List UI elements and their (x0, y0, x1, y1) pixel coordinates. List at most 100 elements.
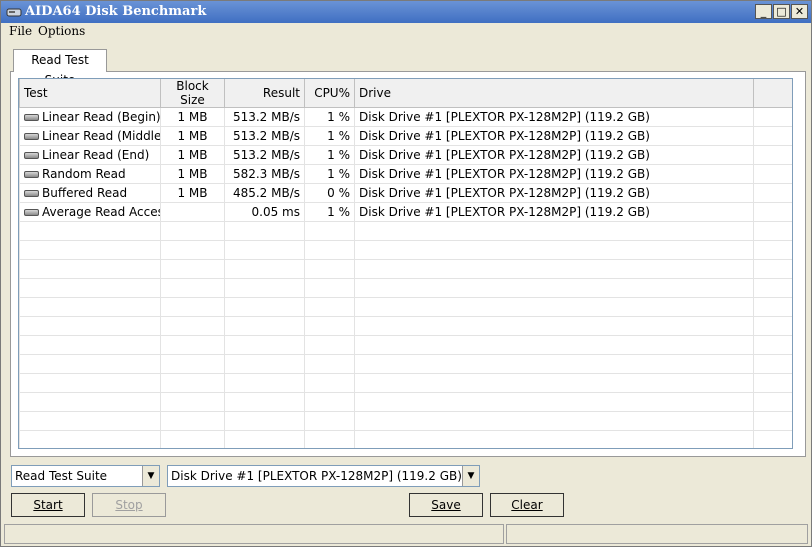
table-row[interactable] (19, 430, 792, 448)
table-row[interactable]: Average Read Access 0.05 ms 1 % Disk Drive … (19, 202, 792, 222)
results-table[interactable]: Test Block Size Result CPU% Drive Linear… (18, 78, 793, 449)
cell-test: Average Read Access (19, 202, 161, 222)
cell-drive (354, 259, 754, 279)
table-row[interactable] (19, 297, 792, 317)
stop-button[interactable]: Stop (92, 493, 166, 517)
cell-drive (354, 392, 754, 412)
menu-options[interactable]: Options (38, 24, 85, 38)
cell-result (224, 430, 305, 448)
cell-result (224, 354, 305, 374)
table-header: Test Block Size Result CPU% Drive (19, 79, 792, 108)
cell-block-size (160, 240, 225, 260)
table-row[interactable] (19, 335, 792, 355)
cell-result (224, 297, 305, 317)
cell-test (19, 240, 161, 260)
cell-drive (354, 278, 754, 298)
close-button[interactable]: ✕ (791, 4, 808, 19)
table-row[interactable] (19, 259, 792, 279)
cell-test: Linear Read (End) (19, 145, 161, 165)
maximize-button[interactable]: □ (773, 4, 790, 19)
cell-block-size (160, 335, 225, 355)
title-bar[interactable]: AIDA64 Disk Benchmark _ □ ✕ (1, 1, 811, 23)
cell-test (19, 411, 161, 431)
start-button[interactable]: Start (11, 493, 85, 517)
test-name: Buffered Read (42, 186, 128, 200)
cell-block-size: 1 MB (160, 126, 225, 146)
drive-select[interactable]: Disk Drive #1 [PLEXTOR PX-128M2P] (119.2… (167, 465, 480, 487)
chevron-down-icon[interactable]: ▼ (462, 466, 479, 486)
col-header-result[interactable]: Result (224, 79, 305, 108)
cell-spacer (753, 316, 792, 336)
cell-spacer (753, 297, 792, 317)
col-header-drive[interactable]: Drive (354, 79, 754, 108)
cell-spacer (753, 392, 792, 412)
cell-drive (354, 373, 754, 393)
cell-cpu (304, 411, 355, 431)
drive-icon (24, 190, 39, 197)
cell-test (19, 316, 161, 336)
save-button[interactable]: Save (409, 493, 483, 517)
table-row[interactable] (19, 411, 792, 431)
table-row[interactable] (19, 221, 792, 241)
table-row[interactable] (19, 316, 792, 336)
cell-block-size (160, 430, 225, 448)
cell-drive (354, 221, 754, 241)
cell-block-size (160, 278, 225, 298)
clear-button[interactable]: Clear (490, 493, 564, 517)
cell-test (19, 221, 161, 241)
cell-block-size (160, 316, 225, 336)
tab-read-test-suite[interactable]: Read Test Suite (13, 49, 107, 87)
cell-spacer (753, 373, 792, 393)
cell-cpu (304, 335, 355, 355)
table-row[interactable]: Random Read 1 MB 582.3 MB/s 1 % Disk Drive #… (19, 164, 792, 184)
test-name: Linear Read (Middle) (42, 129, 161, 143)
cell-test (19, 373, 161, 393)
cell-cpu: 1 % (304, 164, 355, 184)
cell-test (19, 297, 161, 317)
cell-result (224, 221, 305, 241)
drive-select-value: Disk Drive #1 [PLEXTOR PX-128M2P] (119.2… (171, 469, 462, 483)
table-row[interactable]: Linear Read (Middle) 1 MB 513.2 MB/s 1 % Dis… (19, 126, 792, 146)
drive-icon (24, 133, 39, 140)
cell-spacer (753, 221, 792, 241)
cell-cpu: 1 % (304, 202, 355, 222)
cell-drive: Disk Drive #1 [PLEXTOR PX-128M2P] (119.2… (354, 107, 754, 127)
cell-drive (354, 411, 754, 431)
menu-bar: File Options (1, 23, 811, 41)
table-row[interactable]: Buffered Read 1 MB 485.2 MB/s 0 % Disk Drive… (19, 183, 792, 203)
cell-cpu (304, 297, 355, 317)
suite-select[interactable]: Read Test Suite ▼ (11, 465, 160, 487)
cell-test (19, 259, 161, 279)
cell-cpu: 1 % (304, 126, 355, 146)
table-row[interactable] (19, 240, 792, 260)
menu-file[interactable]: File (9, 24, 32, 38)
cell-spacer (753, 202, 792, 222)
cell-result (224, 335, 305, 355)
cell-spacer (753, 164, 792, 184)
col-header-cpu[interactable]: CPU% (304, 79, 355, 108)
table-row[interactable] (19, 373, 792, 393)
drive-icon (24, 114, 39, 121)
chevron-down-icon[interactable]: ▼ (142, 466, 159, 486)
table-row[interactable] (19, 392, 792, 412)
cell-result (224, 259, 305, 279)
cell-drive: Disk Drive #1 [PLEXTOR PX-128M2P] (119.2… (354, 183, 754, 203)
cell-cpu: 1 % (304, 107, 355, 127)
table-row[interactable]: Linear Read (Begin) 1 MB 513.2 MB/s 1 % Disk… (19, 107, 792, 127)
minimize-button[interactable]: _ (755, 4, 772, 19)
col-header-block-size[interactable]: Block Size (160, 79, 225, 108)
cell-spacer (753, 107, 792, 127)
cell-spacer (753, 259, 792, 279)
cell-block-size: 1 MB (160, 183, 225, 203)
cell-spacer (753, 335, 792, 355)
cell-drive: Disk Drive #1 [PLEXTOR PX-128M2P] (119.2… (354, 126, 754, 146)
table-row[interactable]: Linear Read (End) 1 MB 513.2 MB/s 1 % Disk D… (19, 145, 792, 165)
table-row[interactable] (19, 354, 792, 374)
cell-cpu (304, 392, 355, 412)
table-row[interactable] (19, 278, 792, 298)
cell-block-size (160, 392, 225, 412)
cell-spacer (753, 126, 792, 146)
col-header-test[interactable]: Test (19, 79, 161, 108)
cell-drive (354, 335, 754, 355)
cell-block-size (160, 373, 225, 393)
